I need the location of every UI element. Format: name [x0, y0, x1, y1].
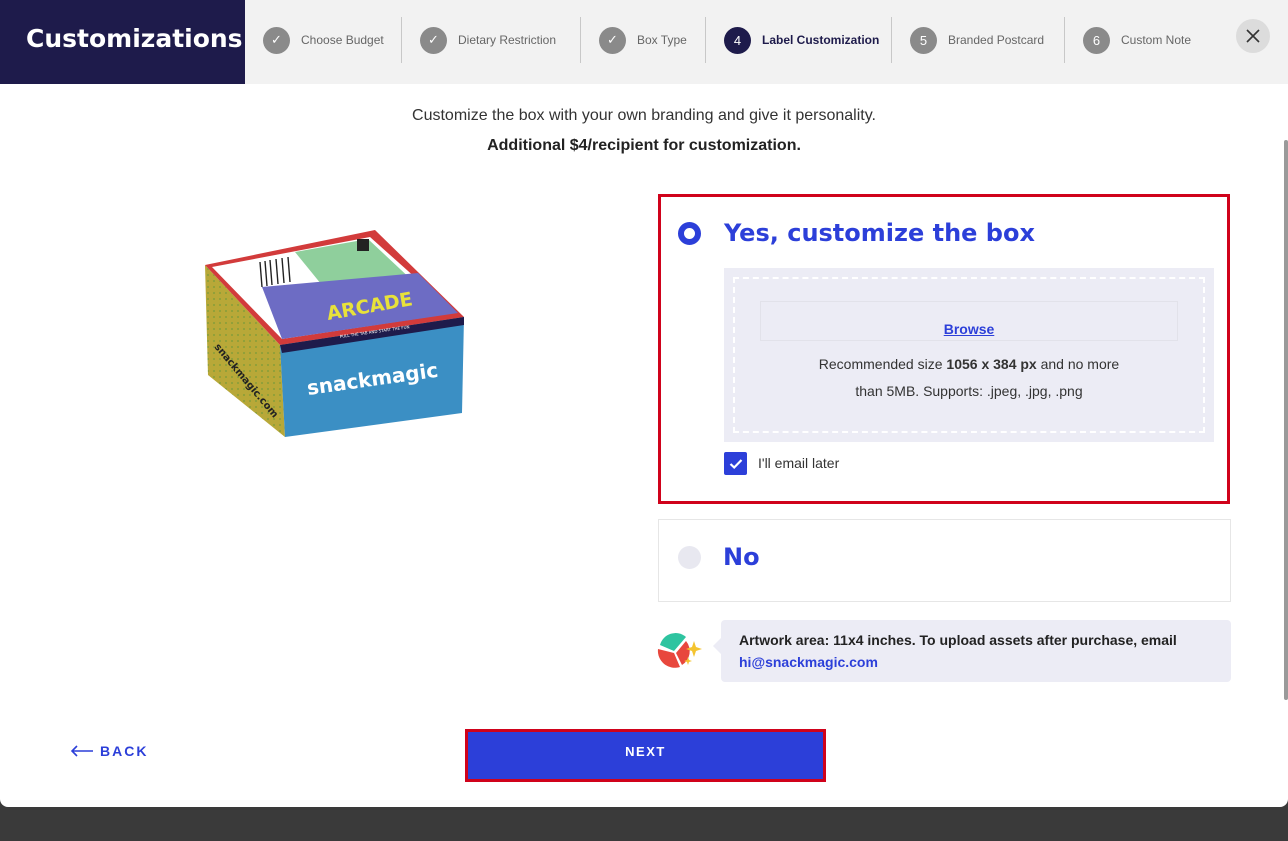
step-label: Branded Postcard — [948, 33, 1045, 47]
back-button[interactable]: BACK — [70, 743, 148, 759]
step-number-badge: 6 — [1083, 26, 1110, 54]
step-label-customization[interactable]: 4 Label Customization — [724, 17, 879, 63]
no-option-label: No — [723, 543, 760, 571]
checkmark-icon — [729, 458, 742, 469]
upload-note-formats: than 5MB. Supports: .jpeg, .jpg, .png — [855, 383, 1083, 399]
option-yes-customize[interactable]: Yes, customize the box Browse Recommende… — [658, 194, 1230, 504]
check-icon: ✓ — [420, 26, 447, 54]
check-icon: ✓ — [599, 26, 626, 54]
arrow-left-icon — [70, 745, 93, 757]
step-divider — [891, 17, 892, 63]
browse-link[interactable]: Browse — [944, 321, 995, 337]
box-preview-image: PULL THE TAB AND START THE FUN ARCADE sn… — [200, 225, 470, 440]
yes-radio[interactable] — [678, 222, 701, 245]
modal-title: Customizations — [0, 0, 245, 84]
close-button[interactable] — [1236, 19, 1270, 53]
intro-text: Customize the box with your own branding… — [0, 101, 1288, 161]
step-custom-note[interactable]: 6 Custom Note — [1083, 17, 1191, 63]
upload-requirements: Recommended size 1056 x 384 px and no mo… — [724, 351, 1214, 405]
step-branded-postcard[interactable]: 5 Branded Postcard — [910, 17, 1044, 63]
option-no[interactable]: No — [658, 519, 1231, 602]
yes-option-label: Yes, customize the box — [724, 219, 1035, 247]
step-divider — [401, 17, 402, 63]
header: Customizations ✓ Choose Budget ✓ Dietary… — [0, 0, 1288, 84]
upload-note-text: and no more — [1036, 356, 1120, 372]
tip-text: Artwork area: 11x4 inches. To upload ass… — [739, 632, 1177, 648]
back-label: BACK — [100, 743, 149, 759]
email-later-label: I'll email later — [758, 455, 840, 471]
upload-note-size: 1056 x 384 px — [946, 356, 1037, 372]
intro-line: Customize the box with your own branding… — [412, 107, 876, 124]
close-icon — [1246, 29, 1260, 43]
customization-modal: Customizations ✓ Choose Budget ✓ Dietary… — [0, 0, 1288, 807]
artwork-tip: Artwork area: 11x4 inches. To upload ass… — [713, 620, 1231, 682]
step-dietary-restriction[interactable]: ✓ Dietary Restriction — [420, 17, 556, 63]
scrollbar[interactable] — [1284, 140, 1288, 700]
no-radio[interactable] — [678, 546, 701, 569]
intro-price-note: Additional $4/recipient for customizatio… — [487, 137, 801, 154]
upload-note-text: Recommended size — [818, 356, 947, 372]
step-label: Dietary Restriction — [458, 33, 557, 47]
support-email-link[interactable]: hi@snackmagic.com — [739, 654, 878, 670]
step-divider — [580, 17, 581, 63]
step-divider — [705, 17, 706, 63]
sparkle-logo-icon — [656, 631, 706, 671]
browse-area[interactable]: Browse — [760, 301, 1178, 341]
step-divider — [1064, 17, 1065, 63]
next-button[interactable]: NEXT — [465, 729, 826, 782]
check-icon: ✓ — [263, 26, 290, 54]
email-later-checkbox[interactable] — [724, 452, 747, 475]
step-label: Choose Budget — [301, 33, 384, 47]
step-label: Label Customization — [762, 33, 880, 47]
step-choose-budget[interactable]: ✓ Choose Budget — [263, 17, 384, 63]
upload-dropzone[interactable]: Browse Recommended size 1056 x 384 px an… — [724, 268, 1214, 442]
step-number-badge: 5 — [910, 26, 937, 54]
step-label: Custom Note — [1121, 33, 1192, 47]
step-label: Box Type — [637, 33, 687, 47]
step-box-type[interactable]: ✓ Box Type — [599, 17, 687, 63]
step-number-badge: 4 — [724, 26, 751, 54]
